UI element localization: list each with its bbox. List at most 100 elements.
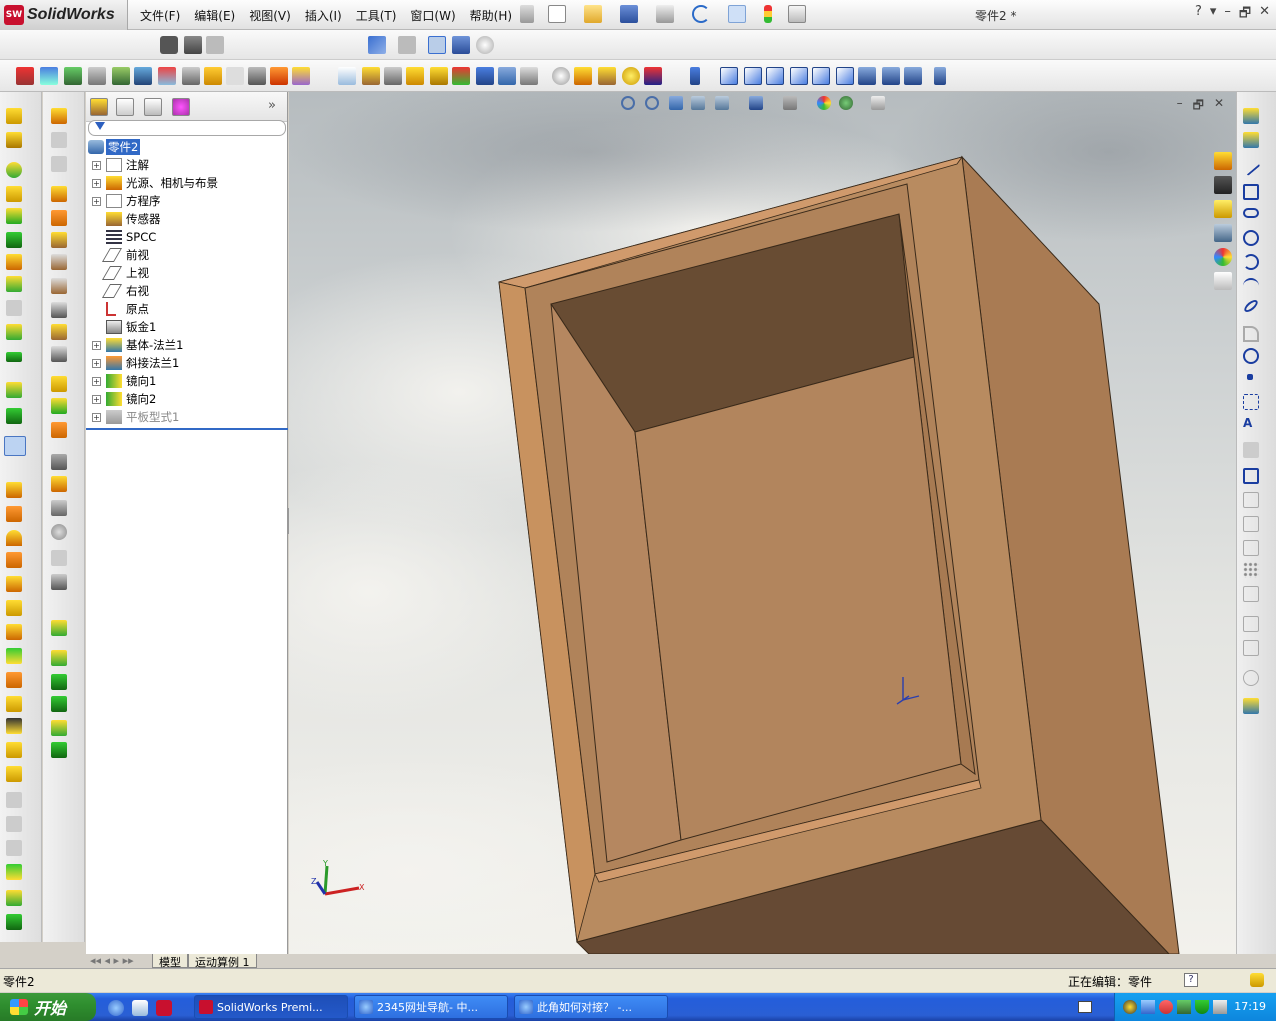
spline-icon[interactable] bbox=[1243, 278, 1259, 294]
realview-icon[interactable] bbox=[476, 36, 494, 54]
revolved-cut-icon[interactable] bbox=[6, 276, 22, 292]
convert-entities-icon[interactable] bbox=[1243, 468, 1259, 484]
tree-item-mirror1[interactable]: + 镜向1 bbox=[86, 372, 288, 390]
status-tag-icon[interactable] bbox=[1250, 973, 1264, 987]
unfold-icon[interactable] bbox=[51, 454, 67, 470]
shell-icon[interactable] bbox=[6, 482, 22, 498]
split-icon[interactable] bbox=[6, 766, 22, 782]
expand-icon[interactable]: + bbox=[92, 160, 101, 170]
view-iso-icon[interactable] bbox=[858, 67, 876, 85]
sketch-extra-icon[interactable] bbox=[6, 890, 22, 906]
shield-tray-icon[interactable] bbox=[1195, 1000, 1209, 1014]
view-orientation-hud-icon[interactable] bbox=[715, 96, 729, 110]
rectangle-icon[interactable] bbox=[1243, 184, 1259, 200]
view-back-icon[interactable] bbox=[744, 67, 762, 85]
task-browser-2345[interactable]: 2345网址导航- 中... bbox=[354, 995, 508, 1019]
relations-icon[interactable] bbox=[64, 67, 82, 85]
tree-item-annotations[interactable]: + 注解 bbox=[86, 156, 288, 174]
expand-icon[interactable]: + bbox=[92, 340, 101, 350]
forming-tool-icon[interactable] bbox=[51, 550, 67, 566]
move-icon[interactable] bbox=[690, 67, 700, 85]
3d-sketch-icon[interactable] bbox=[16, 67, 34, 85]
input-method-icon[interactable] bbox=[1078, 1001, 1092, 1013]
end-cap-icon[interactable] bbox=[51, 696, 67, 712]
normal-to-icon[interactable] bbox=[934, 67, 946, 85]
dynamic-mirror-icon[interactable] bbox=[1243, 640, 1259, 656]
tolerance-icon[interactable] bbox=[362, 67, 380, 85]
record-icon[interactable] bbox=[184, 36, 202, 54]
dimxpert-tab-icon[interactable] bbox=[172, 98, 190, 116]
tree-item-sheetmetal[interactable]: 钣金1 bbox=[86, 318, 288, 336]
deviation-icon[interactable] bbox=[248, 67, 266, 85]
arc-icon[interactable] bbox=[1243, 254, 1259, 270]
start-button[interactable]: 开始 bbox=[0, 993, 96, 1021]
move-entities-icon[interactable] bbox=[1243, 670, 1259, 686]
display-style-hud-icon[interactable] bbox=[749, 96, 763, 110]
rip-icon[interactable] bbox=[51, 398, 67, 414]
cross-break-icon[interactable] bbox=[51, 302, 67, 318]
extruded-boss-icon[interactable] bbox=[6, 108, 22, 124]
view-front-icon[interactable] bbox=[720, 67, 738, 85]
rib-icon[interactable] bbox=[4, 436, 26, 456]
centerline-icon[interactable] bbox=[1243, 394, 1259, 410]
dome-icon[interactable] bbox=[6, 530, 22, 546]
measure-icon[interactable] bbox=[88, 67, 106, 85]
tree-item-front-plane[interactable]: 前视 bbox=[86, 246, 288, 264]
welded-corner-icon[interactable] bbox=[51, 346, 67, 362]
open-folder-icon[interactable] bbox=[584, 5, 602, 23]
color-palette-icon[interactable] bbox=[452, 67, 470, 85]
delete-face-icon[interactable] bbox=[6, 816, 22, 832]
view-dimetric-icon[interactable] bbox=[904, 67, 922, 85]
quick-launch-ie-icon[interactable] bbox=[108, 1000, 124, 1016]
boundary-boss-icon[interactable] bbox=[6, 208, 22, 224]
solidworks-logo[interactable]: SW SolidWorks bbox=[0, 0, 128, 30]
sensor-toolbar-icon[interactable] bbox=[158, 67, 176, 85]
menu-view[interactable]: 视图(V) bbox=[249, 7, 291, 24]
expand-icon[interactable]: + bbox=[92, 394, 101, 404]
resources-home-icon[interactable] bbox=[1214, 152, 1232, 170]
new-document-icon[interactable] bbox=[548, 5, 566, 23]
custom-properties-icon[interactable] bbox=[1214, 272, 1232, 290]
save-icon[interactable] bbox=[620, 5, 638, 23]
trim-icon[interactable] bbox=[1243, 516, 1259, 532]
circular-sketch-pattern-icon[interactable] bbox=[1243, 586, 1259, 602]
linear-pattern-icon[interactable] bbox=[6, 352, 22, 362]
repair-sketch-icon[interactable] bbox=[1243, 698, 1259, 714]
feature-statistics-icon[interactable] bbox=[204, 67, 222, 85]
menu-help[interactable]: 帮助(H) bbox=[470, 7, 512, 24]
tree-item-base-flange[interactable]: + 基体-法兰1 bbox=[86, 336, 288, 354]
view-bottom-icon[interactable] bbox=[836, 67, 854, 85]
mass-properties-icon[interactable] bbox=[112, 67, 130, 85]
task-browser-question[interactable]: 此角如何对接？ -... bbox=[514, 995, 668, 1019]
smart-dimension-icon[interactable] bbox=[40, 67, 58, 85]
no-bends-icon[interactable] bbox=[51, 524, 67, 540]
hole-wizard-icon[interactable] bbox=[6, 254, 22, 270]
datum-icon[interactable] bbox=[406, 67, 424, 85]
slot-icon[interactable] bbox=[1243, 208, 1259, 218]
line-icon[interactable] bbox=[1241, 158, 1261, 176]
point-icon[interactable] bbox=[1247, 374, 1253, 380]
weldments-icon[interactable] bbox=[51, 620, 67, 636]
viewport-minimize-icon[interactable]: – bbox=[1177, 96, 1183, 117]
structural-member-icon[interactable] bbox=[51, 650, 67, 666]
flatten-icon[interactable] bbox=[51, 500, 67, 516]
viewport-restore-icon[interactable]: 🗗 bbox=[1193, 96, 1204, 117]
vent-icon[interactable] bbox=[51, 574, 67, 590]
hem-icon[interactable] bbox=[51, 232, 67, 248]
print-icon[interactable] bbox=[656, 5, 674, 23]
hide-show-hud-icon[interactable] bbox=[783, 96, 797, 110]
mirror-sketch-icon[interactable] bbox=[1243, 616, 1259, 632]
edge-flange-icon[interactable] bbox=[51, 186, 67, 202]
wrap-icon[interactable] bbox=[6, 552, 22, 568]
close-icon[interactable]: ✕ bbox=[1259, 4, 1270, 26]
view-settings-hud-icon[interactable] bbox=[871, 96, 885, 110]
offset-entities-icon[interactable] bbox=[1243, 492, 1259, 508]
appearances-icon[interactable] bbox=[1214, 248, 1232, 266]
jog-icon[interactable] bbox=[51, 254, 67, 270]
draft-icon[interactable] bbox=[6, 506, 22, 522]
stop-record-icon[interactable] bbox=[206, 36, 224, 54]
tree-item-miter-flange[interactable]: + 斜接法兰1 bbox=[86, 354, 288, 372]
expand-icon[interactable]: + bbox=[92, 376, 101, 386]
chamfer-icon[interactable] bbox=[6, 408, 22, 424]
expand-icon[interactable]: + bbox=[92, 196, 101, 206]
